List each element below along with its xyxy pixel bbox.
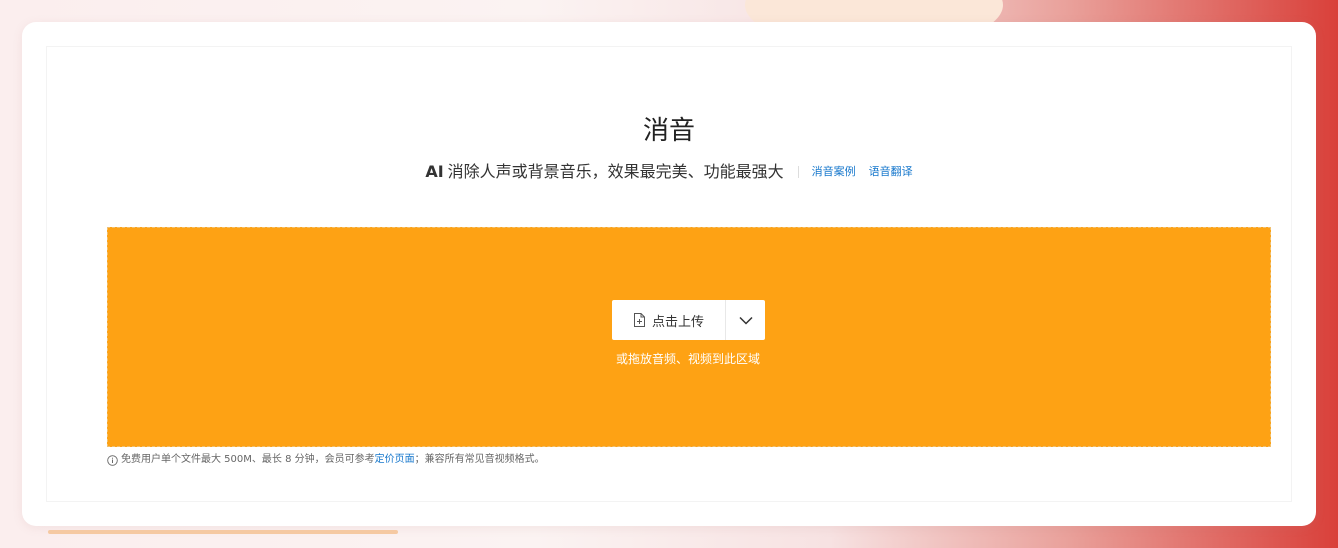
upload-options-dropdown[interactable] [726,300,765,340]
subtitle-text: 消除人声或背景音乐，效果最完美、功能最强大 [447,162,784,181]
pricing-link[interactable]: 定价页面 [375,453,415,467]
info-icon [107,454,118,466]
upload-limits-note: 免费用户单个文件最大 500M、最长 8 分钟，会员可参考 定价页面 ；兼容所有… [107,453,545,467]
drop-hint: 或拖放音频、视频到此区域 [615,352,760,366]
chevron-down-icon [738,316,753,325]
subtitle-ai-prefix: AI [425,162,444,181]
bottom-accent-bar [48,530,398,534]
upload-button-group: 点击上传 [612,300,765,340]
subtitle-row: AI 消除人声或背景音乐，效果最完美、功能最强大 消音案例 语音翻译 [0,161,1338,183]
link-examples[interactable]: 消音案例 [812,161,856,183]
note-text-before: 免费用户单个文件最大 500M、最长 8 分钟，会员可参考 [121,454,375,465]
upload-button[interactable]: 点击上传 [612,300,725,340]
file-upload-icon [633,313,645,327]
page-title: 消音 [642,116,695,146]
link-voice-translate[interactable]: 语音翻译 [869,161,913,183]
note-text-after: ；兼容所有常见音视频格式。 [414,454,545,465]
upload-button-label: 点击上传 [651,314,704,330]
subtitle-divider [797,166,799,178]
